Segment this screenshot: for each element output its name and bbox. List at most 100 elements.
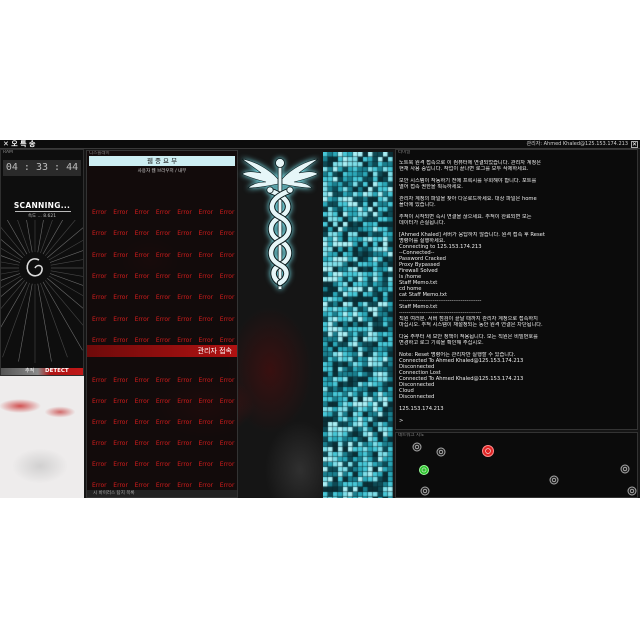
error-cell: Error bbox=[92, 398, 107, 405]
network-map-canvas bbox=[412, 442, 637, 496]
error-cell: Error bbox=[155, 482, 171, 489]
error-cell: Error bbox=[134, 461, 150, 468]
error-cell: Error bbox=[198, 272, 214, 280]
error-cell: Error bbox=[177, 377, 192, 384]
error-cell: Error bbox=[219, 230, 235, 238]
terminal-panel[interactable]: 터미널 노트북 원격 접속으로 이 컴퓨터에 연결되었습니다. 관리자 계정은 현… bbox=[395, 149, 638, 430]
error-cell: Error bbox=[92, 230, 107, 238]
user-location: 관리자: Ahmed Khaled@125.153.174.213 bbox=[526, 141, 628, 147]
detect-word: DETECT bbox=[45, 368, 69, 374]
terminal-header: 터미널 bbox=[398, 150, 411, 155]
error-cell: Error bbox=[177, 315, 192, 323]
error-cell: Error bbox=[113, 461, 128, 468]
error-cell: Error bbox=[177, 294, 192, 302]
network-node-icon[interactable] bbox=[620, 464, 630, 474]
error-cell: Error bbox=[219, 461, 235, 468]
scan-status: SCANNING... bbox=[13, 201, 71, 210]
error-cell: Error bbox=[113, 315, 128, 323]
error-cell: Error bbox=[92, 440, 107, 447]
error-cell: Error bbox=[92, 482, 107, 489]
network-node-icon[interactable] bbox=[482, 445, 494, 457]
error-cell: Error bbox=[177, 336, 192, 344]
error-cell: Error bbox=[219, 377, 235, 384]
error-cell: Error bbox=[155, 294, 171, 302]
error-cell: Error bbox=[155, 230, 171, 238]
error-cell: Error bbox=[134, 377, 150, 384]
error-cell: Error bbox=[177, 440, 192, 447]
terminal-output: 노트북 원격 접속으로 이 컴퓨터에 연결되었습니다. 관리자 계정은 현재 사용… bbox=[399, 160, 634, 424]
network-node-icon[interactable] bbox=[412, 442, 422, 452]
network-node-icon[interactable] bbox=[436, 447, 446, 457]
error-cell: Error bbox=[155, 440, 171, 447]
terminal-line: > bbox=[399, 418, 404, 424]
network-node-icon[interactable] bbox=[627, 486, 637, 496]
error-cell: Error bbox=[198, 251, 214, 259]
error-cell: Error bbox=[177, 251, 192, 259]
browser-panel: 디스플레이 웹 중 요 부 사용자 웹 브라우저 / 내부 Error Error… bbox=[86, 150, 238, 498]
error-cell: Error bbox=[92, 336, 107, 344]
spiral-icon bbox=[26, 258, 43, 277]
error-cell: Error bbox=[155, 461, 171, 468]
error-cell: Error bbox=[177, 398, 192, 405]
error-cell: Error bbox=[113, 251, 128, 259]
error-cell: Error bbox=[134, 209, 150, 216]
browser-title: 웹 중 요 부 bbox=[89, 156, 235, 166]
error-cell: Error bbox=[113, 377, 128, 384]
caduceus-icon bbox=[241, 158, 319, 289]
data-stream-mosaic bbox=[323, 152, 393, 498]
error-cell: Error bbox=[219, 440, 235, 447]
error-cell: Error bbox=[155, 251, 171, 259]
error-cell: Error bbox=[198, 440, 214, 447]
error-cell: Error bbox=[198, 461, 214, 468]
error-cell: Error bbox=[92, 377, 107, 384]
error-cell: Error bbox=[92, 419, 107, 426]
error-cell: Error bbox=[113, 482, 128, 489]
error-cell: Error bbox=[134, 251, 150, 259]
error-cell: Error bbox=[134, 440, 150, 447]
error-cell: Error bbox=[113, 336, 128, 344]
error-cell: Error bbox=[134, 315, 150, 323]
error-cell: Error bbox=[155, 377, 171, 384]
error-cell: Error bbox=[134, 294, 150, 302]
error-cell: Error bbox=[219, 294, 235, 302]
scan-burst-icon bbox=[1, 220, 83, 363]
clock-display: 04 : 33 : 44 bbox=[3, 160, 81, 176]
game-screen: ✕ 오 특 송 관리자: Ahmed Khaled@125.153.174.21… bbox=[0, 140, 640, 498]
network-node-icon[interactable] bbox=[549, 475, 559, 485]
error-cell: Error bbox=[177, 209, 192, 216]
error-cell: Error bbox=[219, 482, 235, 489]
ram-panel: RAM 04 : 33 : 44 SCANNING... 속도 ... 8.62… bbox=[0, 149, 84, 376]
error-cell: Error bbox=[177, 272, 192, 280]
error-cell: Error bbox=[198, 482, 214, 489]
error-cell: Error bbox=[92, 294, 107, 302]
error-cell: Error bbox=[177, 230, 192, 238]
network-node-icon[interactable] bbox=[420, 486, 430, 496]
error-cell: Error bbox=[113, 419, 128, 426]
top-bar: ✕ 오 특 송 관리자: Ahmed Khaled@125.153.174.21… bbox=[0, 140, 640, 149]
admin-alert-bar: 관리자 접속 bbox=[87, 345, 237, 357]
error-cell: Error bbox=[219, 251, 235, 259]
network-node-icon[interactable] bbox=[419, 465, 429, 475]
browser-footer: 시 바이러스 탐지 목록 bbox=[87, 490, 237, 497]
error-cell: Error bbox=[198, 209, 214, 216]
error-cell: Error bbox=[113, 272, 128, 280]
error-cell: Error bbox=[198, 398, 214, 405]
error-cell: Error bbox=[155, 315, 171, 323]
error-cell: Error bbox=[198, 377, 214, 384]
error-cell: Error bbox=[155, 336, 171, 344]
error-cell: Error bbox=[134, 419, 150, 426]
error-cell: Error bbox=[134, 336, 150, 344]
error-cell: Error bbox=[113, 230, 128, 238]
close-icon[interactable]: ✕ bbox=[631, 141, 638, 148]
error-cell: Error bbox=[219, 398, 235, 405]
error-cell: Error bbox=[155, 419, 171, 426]
browser-subtitle: 사용자 웹 브라우저 / 내부 bbox=[137, 169, 187, 174]
error-cell: Error bbox=[113, 294, 128, 302]
admin-alert-label: 관리자 접속 bbox=[197, 347, 232, 355]
error-cell: Error bbox=[92, 209, 107, 216]
scan-divider bbox=[15, 211, 71, 212]
trace-detect-bar: 추적 DETECT bbox=[1, 368, 83, 375]
error-cell: Error bbox=[134, 482, 150, 489]
error-cell: Error bbox=[134, 398, 150, 405]
error-cell: Error bbox=[92, 251, 107, 259]
